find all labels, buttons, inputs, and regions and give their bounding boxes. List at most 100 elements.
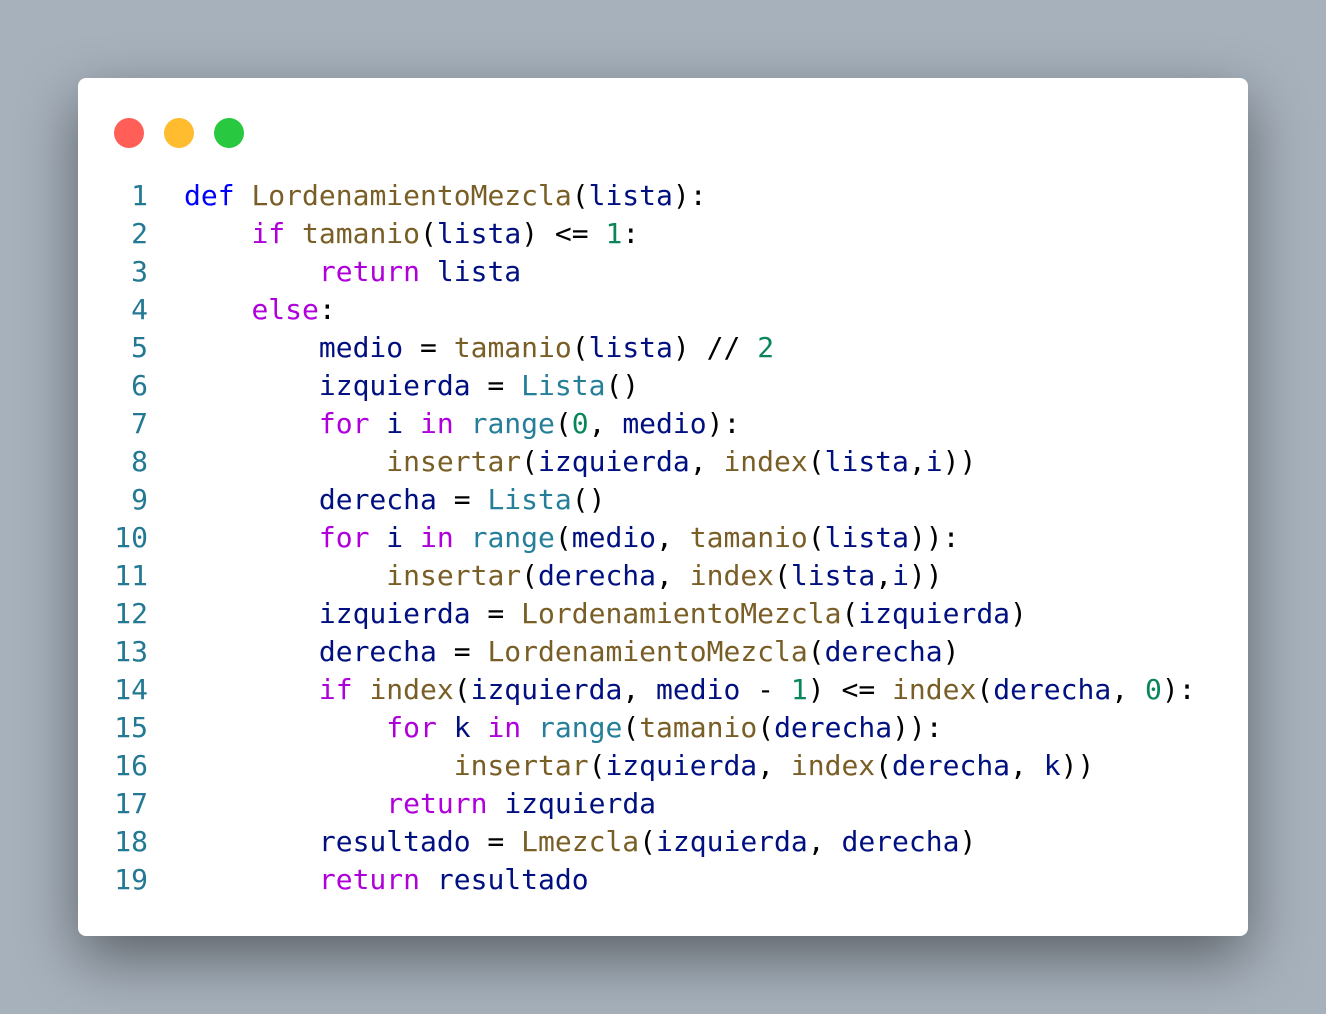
code-punctuation [454,521,471,554]
code-function: LordenamientoMezcla [521,597,842,630]
maximize-button[interactable] [214,118,244,148]
code-keyword: return [318,863,421,896]
code-punctuation: ( [639,825,657,858]
code-punctuation: ) [959,825,977,858]
code-punctuation: , [689,445,724,478]
code-punctuation [235,179,252,212]
code-line: 1 def LordenamientoMezcla(lista): [78,177,1248,215]
code-punctuation: ) <= [521,217,606,250]
code-keyword: if [251,217,286,250]
code-punctuation: , [875,559,893,592]
code-text: for i in range(medio, tamanio(lista)): [184,519,960,557]
code-variable: k [453,711,471,744]
line-number: 12 [114,597,148,630]
code-punctuation: = [403,331,454,364]
code-function: tamanio [453,331,572,364]
code-function: LordenamientoMezcla [251,179,572,212]
code-punctuation: ( [875,749,893,782]
code-variable: izquierda [605,749,758,782]
code-punctuation: )): [892,711,943,744]
code-line: 19 return resultado [78,861,1248,899]
line-number: 10 [114,521,148,554]
code-punctuation [184,597,319,630]
code-variable: derecha [841,825,960,858]
code-number: 1 [790,673,808,706]
code-line: 18 resultado = Lmezcla(izquierda, derech… [78,823,1248,861]
code-line: 9 derecha = Lista() [78,481,1248,519]
code-punctuation [184,293,251,326]
code-variable: izquierda [858,597,1011,630]
code-punctuation: ( [554,407,572,440]
code-punctuation [521,711,538,744]
code-variable: izquierda [318,369,471,402]
code-line: 8 insertar(izquierda, index(lista,i)) [78,443,1248,481]
code-variable: derecha [993,673,1112,706]
code-variable: derecha [892,749,1011,782]
code-punctuation: ) [1010,597,1027,630]
code-punctuation: , [622,673,657,706]
code-text: insertar(izquierda, index(lista,i)) [184,443,976,481]
code-punctuation: = [436,635,488,668]
code-punctuation: , [807,825,842,858]
code-text: izquierda = LordenamientoMezcla(izquierd… [184,595,1027,633]
code-line: 10 for i in range(medio, tamanio(lista))… [78,519,1248,557]
minimize-button[interactable] [164,118,194,148]
code-line: 4 else: [78,291,1248,329]
code-variable: lista [824,445,909,478]
code-punctuation: ) [942,635,960,668]
code-punctuation [487,787,504,820]
code-punctuation: ): [706,407,741,440]
code-punctuation: = [436,483,488,516]
code-variable: lista [824,521,909,554]
code-variable: i [386,407,404,440]
code-function: insertar [453,749,589,782]
code-keyword: if [318,673,353,706]
code-keyword: return [386,787,488,820]
code-punctuation [471,711,488,744]
code-punctuation [184,711,386,744]
code-variable: derecha [538,559,657,592]
code-punctuation: () [571,483,606,516]
code-punctuation [184,483,319,516]
code-text: izquierda = Lista() [184,367,639,405]
code-keyword: for [386,711,437,744]
code-punctuation: , [757,749,791,782]
code-punctuation [184,825,319,858]
line-number: 17 [114,787,148,820]
code-punctuation: ( [774,559,791,592]
code-punctuation [184,369,319,402]
code-text: if tamanio(lista) <= 1: [184,215,639,253]
code-builtin: range [470,407,555,440]
code-keyword: else [251,293,319,326]
code-line: 7 for i in range(0, medio): [78,405,1248,443]
code-variable: derecha [318,483,437,516]
code-punctuation [184,559,386,592]
code-punctuation: ): [1161,673,1196,706]
code-variable: izquierda [470,673,623,706]
code-function: insertar [386,559,522,592]
code-function: Lmezcla [521,825,640,858]
code-class: Lista [521,369,606,402]
code-punctuation: ( [521,445,539,478]
code-punctuation: , [1010,749,1044,782]
code-variable: derecha [824,635,943,668]
code-variable: izquierda [656,825,808,858]
code-variable: lista [588,331,673,364]
close-button[interactable] [114,118,144,148]
code-keyword: in [487,711,522,744]
code-text: derecha = LordenamientoMezcla(derecha) [184,633,960,671]
code-number: 0 [571,407,589,440]
code-line: 14 if index(izquierda, medio - 1) <= ind… [78,671,1248,709]
code-line: 5 medio = tamanio(lista) // 2 [78,329,1248,367]
code-keyword: for [318,407,370,440]
code-variable: lista [436,217,522,250]
code-punctuation: ( [757,711,775,744]
code-punctuation: ( [521,559,539,592]
code-punctuation: ) // [672,331,758,364]
line-number: 14 [114,673,148,706]
code-function: LordenamientoMezcla [487,635,808,668]
code-number: 2 [757,331,775,364]
code-builtin: range [470,521,555,554]
code-variable: k [1043,749,1061,782]
code-keyword: in [420,407,454,440]
